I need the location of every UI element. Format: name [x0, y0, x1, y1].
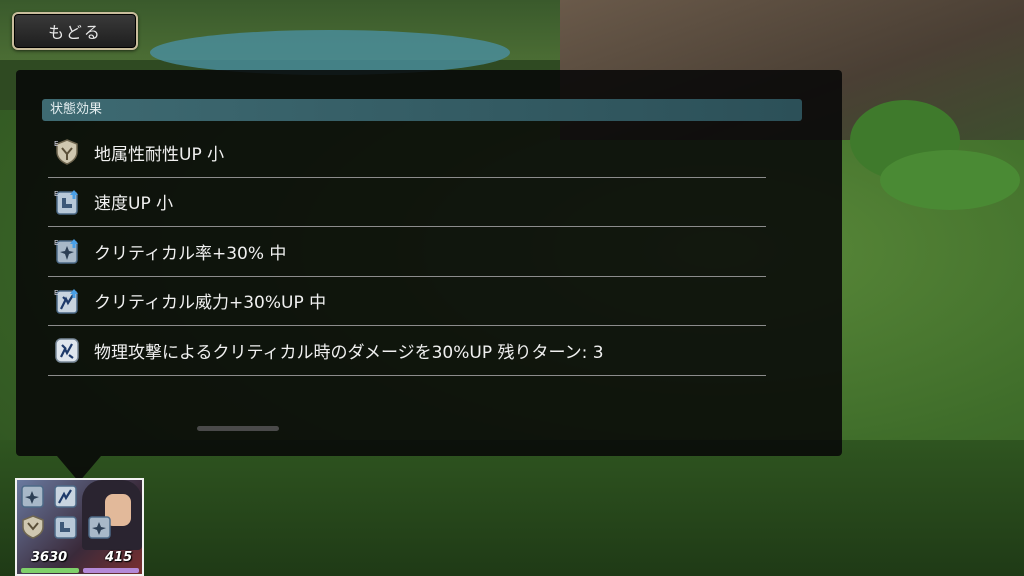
speed-up-icon	[54, 516, 77, 539]
critical-rate-up-icon: E	[54, 237, 80, 265]
back-button-label: もどる	[48, 23, 102, 42]
effect-row[interactable]: E クリティカル率+30% 中	[48, 227, 766, 277]
hp-bar	[21, 568, 79, 573]
section-title: 状態効果	[50, 102, 103, 117]
hp-value: 3630	[31, 550, 68, 565]
earth-resist-up-icon	[22, 515, 44, 539]
speed-up-icon: E	[54, 188, 80, 216]
svg-text:E: E	[54, 190, 58, 198]
background-grass	[0, 440, 1024, 576]
effect-label: 物理攻撃によるクリティカル時のダメージを30%UP 残りターン: 3	[94, 342, 604, 363]
svg-text:E: E	[54, 239, 58, 247]
character-portrait[interactable]: 3630 415	[15, 478, 144, 576]
bp-bar	[83, 568, 139, 573]
effect-label: 地属性耐性UP 小	[94, 144, 225, 165]
effect-row[interactable]: E クリティカル威力+30%UP 中	[48, 277, 766, 326]
effect-row[interactable]: E 地属性耐性UP 小	[48, 128, 766, 178]
background-bush	[880, 150, 1020, 210]
scroll-indicator[interactable]	[197, 426, 279, 431]
critical-rate-up-icon	[21, 485, 44, 508]
effect-row[interactable]: 物理攻撃によるクリティカル時のダメージを30%UP 残りターン: 3	[48, 326, 766, 376]
background-lake	[150, 30, 510, 75]
effect-label: 速度UP 小	[94, 194, 174, 215]
section-header: 状態効果	[42, 99, 802, 121]
physical-critical-damage-icon	[54, 336, 80, 364]
critical-damage-up-icon: E	[54, 287, 80, 315]
back-button[interactable]: もどる	[12, 12, 138, 50]
critical-damage-up-icon	[54, 485, 77, 508]
effect-label: クリティカル率+30% 中	[94, 243, 287, 264]
earth-resist-up-icon: E	[54, 138, 80, 166]
critical-rate-up-icon	[88, 516, 111, 539]
status-effect-panel: 状態効果 E 地属性耐性UP 小 E 速度UP 小 E クリティカル率+30% …	[16, 70, 842, 456]
effect-label: クリティカル威力+30%UP 中	[94, 293, 327, 314]
svg-text:E: E	[54, 140, 58, 148]
effect-list: E 地属性耐性UP 小 E 速度UP 小 E クリティカル率+30% 中 E ク…	[48, 128, 766, 376]
svg-text:E: E	[54, 289, 58, 297]
effect-row[interactable]: E 速度UP 小	[48, 178, 766, 227]
bp-value: 415	[105, 550, 133, 565]
